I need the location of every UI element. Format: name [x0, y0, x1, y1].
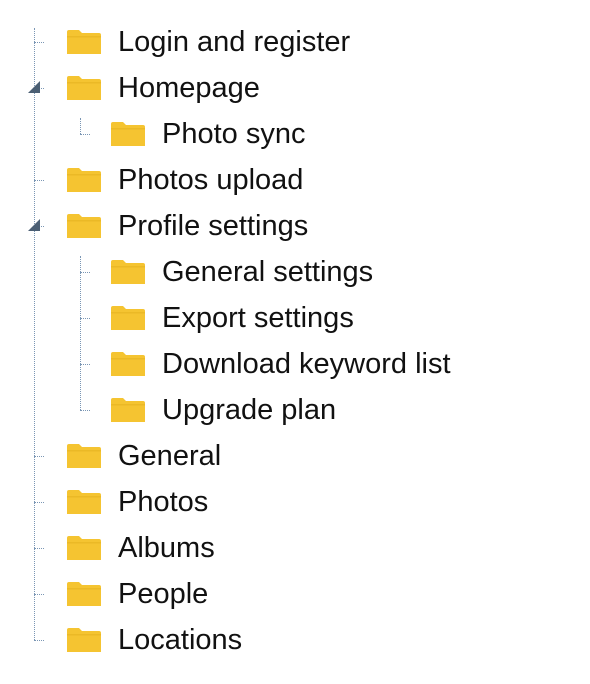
tree-child-node[interactable]: Download keyword list	[162, 344, 451, 384]
tree-node-label: General	[118, 439, 222, 472]
tree-node-label: Export settings	[162, 301, 354, 334]
tree-child-node[interactable]: Upgrade plan	[162, 390, 336, 430]
tree-child-node[interactable]: Photo sync	[162, 114, 305, 154]
tree-node[interactable]: Photos upload	[118, 160, 303, 200]
tree-node-label: Homepage	[118, 71, 260, 104]
tree-connector-branch	[34, 594, 44, 595]
tree-node-label: People	[118, 577, 209, 610]
tree-node-label: Photos	[118, 485, 209, 518]
tree-connector-branch	[80, 318, 90, 319]
tree-child-node[interactable]: General settings	[162, 252, 373, 292]
expand-toggle-icon[interactable]	[27, 218, 41, 232]
folder-icon	[110, 351, 146, 377]
tree-node[interactable]: Login and register	[118, 22, 350, 62]
tree-node-label: General settings	[162, 255, 374, 288]
tree-connector-line	[80, 256, 81, 410]
tree-connector-branch	[80, 364, 90, 365]
folder-icon	[66, 535, 102, 561]
tree-node[interactable]: Homepage	[118, 68, 260, 108]
tree-node[interactable]: Albums	[118, 528, 215, 568]
folder-icon	[66, 627, 102, 653]
folder-icon	[66, 75, 102, 101]
expand-toggle-icon[interactable]	[27, 80, 41, 94]
folder-icon	[66, 213, 102, 239]
folder-icon	[66, 581, 102, 607]
tree-node-label: Photos upload	[118, 163, 304, 196]
folder-icon	[66, 29, 102, 55]
tree-connector-branch	[34, 456, 44, 457]
folder-icon	[66, 167, 102, 193]
tree-connector-branch	[34, 502, 44, 503]
folder-tree: Login and register Homepage Photo sync Phot…	[0, 0, 590, 684]
tree-connector-branch	[34, 42, 44, 43]
tree-connector-branch	[80, 272, 90, 273]
folder-icon	[66, 489, 102, 515]
tree-connector-branch	[80, 134, 90, 135]
tree-node-label: Albums	[118, 531, 215, 564]
tree-connector-branch	[34, 640, 44, 641]
folder-icon	[110, 397, 146, 423]
tree-node[interactable]: Locations	[118, 620, 242, 660]
tree-connector-branch	[80, 410, 90, 411]
tree-node-label: Locations	[118, 623, 243, 656]
folder-icon	[110, 305, 146, 331]
tree-node-label: Download keyword list	[162, 347, 451, 380]
folder-icon	[110, 259, 146, 285]
tree-node[interactable]: Profile settings	[118, 206, 308, 246]
tree-node-label: Upgrade plan	[162, 393, 337, 426]
folder-icon	[110, 121, 146, 147]
tree-node-label: Photo sync	[162, 117, 306, 150]
tree-connector-line	[80, 118, 81, 134]
tree-connector-branch	[34, 180, 44, 181]
tree-child-node[interactable]: Export settings	[162, 298, 354, 338]
tree-node-label: Login and register	[118, 25, 351, 58]
tree-node[interactable]: General	[118, 436, 221, 476]
folder-icon	[66, 443, 102, 469]
tree-node[interactable]: People	[118, 574, 208, 614]
tree-connector-branch	[34, 548, 44, 549]
tree-node[interactable]: Photos	[118, 482, 208, 522]
tree-node-label: Profile settings	[118, 209, 309, 242]
